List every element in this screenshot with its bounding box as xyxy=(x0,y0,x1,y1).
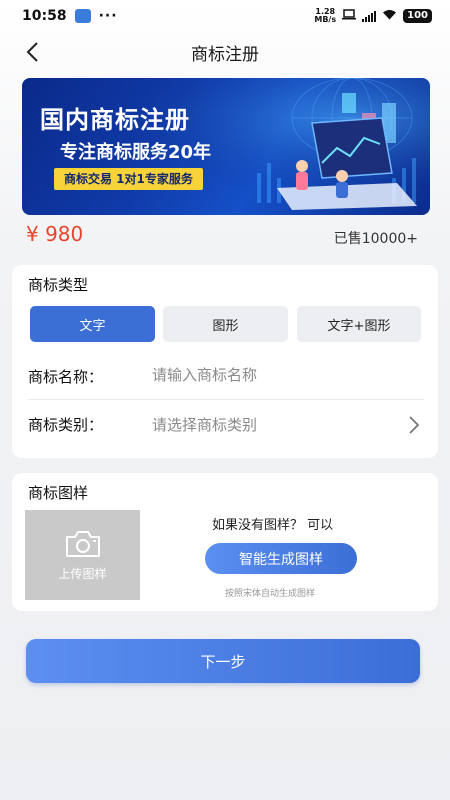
banner-title: 国内商标注册 xyxy=(40,106,190,134)
page-title: 商标注册 xyxy=(191,44,259,65)
type-option-text[interactable]: 文字 xyxy=(30,306,155,342)
status-right: 1.28 MB/s 100 xyxy=(314,8,432,24)
upload-design-button[interactable]: 上传图样 xyxy=(25,510,140,600)
more-notifications-icon: ··· xyxy=(98,8,118,24)
trademark-design-title: 商标图样 xyxy=(28,484,89,502)
sold-count: 已售10000+ xyxy=(333,231,418,247)
wifi-icon xyxy=(382,9,397,23)
type-option-graphic[interactable]: 图形 xyxy=(163,306,288,342)
banner-tag: 商标交易 1对1专家服务 xyxy=(54,168,203,190)
trademark-design-card: 商标图样 上传图样 如果没有图样？ 可以 智能生成图样 按照宋体自动生成图样 xyxy=(12,473,438,611)
promo-banner[interactable]: 国内商标注册 专注商标服务20年 商标交易 1对1专家服务 xyxy=(22,78,430,215)
trademark-category-select[interactable]: 请选择商标类别 xyxy=(152,414,402,435)
trademark-info-card: 商标类型 文字 图形 文字+图形 商标名称： 商标类别： 请选择商标类别 xyxy=(12,265,438,458)
next-step-button[interactable]: 下一步 xyxy=(26,639,420,683)
banner-subtitle: 专注商标服务20年 xyxy=(60,142,212,163)
status-time: 10:58 xyxy=(22,8,67,24)
network-speed-unit: MB/s xyxy=(314,15,337,24)
status-left: 10:58 ··· xyxy=(22,8,118,24)
generate-design-button[interactable]: 智能生成图样 xyxy=(205,543,357,574)
trademark-type-title: 商标类型 xyxy=(28,276,89,294)
divider xyxy=(28,399,424,400)
nav-bar: 商标注册 xyxy=(0,32,450,72)
signal-icon xyxy=(362,10,377,22)
back-button[interactable] xyxy=(20,40,44,64)
upload-label: 上传图样 xyxy=(58,566,107,581)
no-design-hint: 如果没有图样？ 可以 xyxy=(212,518,334,533)
status-bar: 10:58 ··· 1.28 MB/s 100 xyxy=(0,0,450,32)
type-option-text-graphic[interactable]: 文字+图形 xyxy=(297,306,421,342)
trademark-category-label: 商标类别： xyxy=(28,416,104,434)
generate-note: 按照宋体自动生成图样 xyxy=(225,589,316,599)
app-notification-icon xyxy=(74,9,91,23)
trademark-name-input[interactable] xyxy=(152,366,402,384)
network-speed: 1.28 MB/s xyxy=(314,8,336,24)
trademark-name-label: 商标名称： xyxy=(28,368,104,386)
camera-icon xyxy=(65,530,100,557)
price: ¥ 980 xyxy=(26,222,84,246)
chevron-right-icon[interactable] xyxy=(408,415,420,435)
laptop-icon xyxy=(342,9,357,23)
battery-icon: 100 xyxy=(403,9,432,23)
chevron-left-icon xyxy=(26,42,38,62)
